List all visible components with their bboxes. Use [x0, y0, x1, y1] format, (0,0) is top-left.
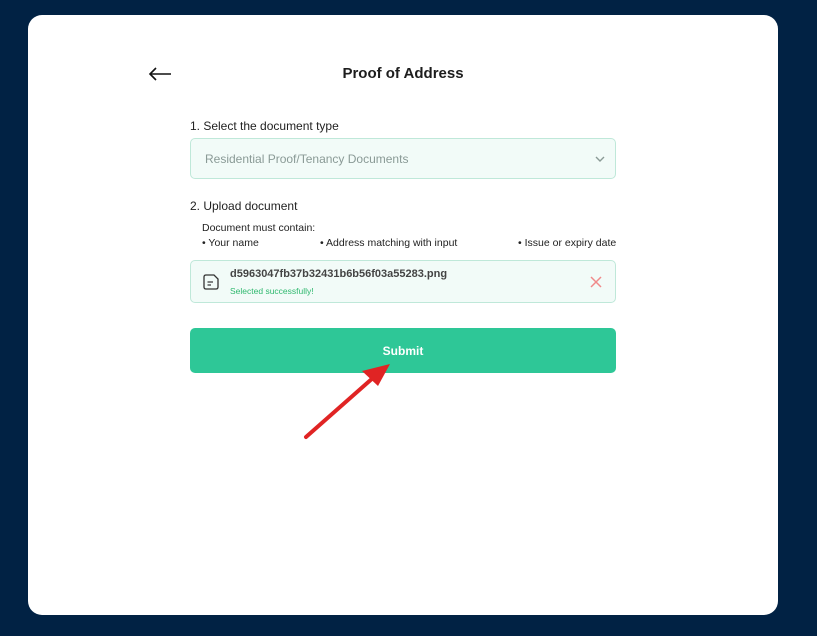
document-icon — [203, 274, 219, 290]
proof-of-address-card: Proof of Address 1. Select the document … — [28, 15, 778, 615]
file-status: Selected successfully! — [230, 286, 314, 296]
requirements-title: Document must contain: — [202, 222, 316, 234]
requirement-item: • Issue or expiry date — [518, 237, 617, 249]
submit-button[interactable]: Submit — [190, 328, 616, 373]
step2-label: 2. Upload document — [190, 199, 298, 213]
remove-file-button[interactable] — [589, 275, 603, 289]
chevron-down-icon — [595, 156, 605, 162]
file-name: d5963047fb37b32431b6b56f03a55283.png — [230, 268, 448, 280]
page-title: Proof of Address — [342, 65, 464, 82]
requirement-item: • Address matching with input — [320, 237, 458, 249]
requirement-item: • Your name — [202, 237, 259, 249]
uploaded-file-item: d5963047fb37b32431b6b56f03a55283.png Sel… — [190, 260, 616, 303]
document-type-selected-value: Residential Proof/Tenancy Documents — [205, 151, 409, 166]
close-icon — [590, 276, 602, 288]
document-type-select[interactable]: Residential Proof/Tenancy Documents — [190, 138, 616, 179]
step1-label: 1. Select the document type — [190, 119, 339, 133]
